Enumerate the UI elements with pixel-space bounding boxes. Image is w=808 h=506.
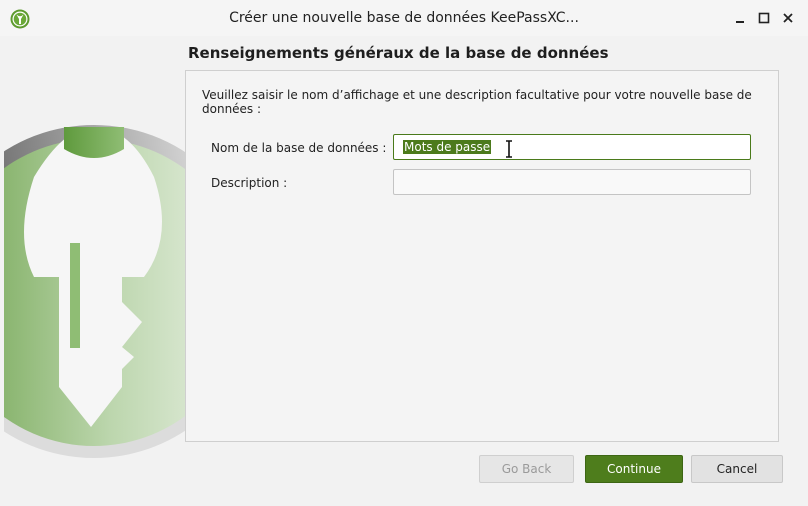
text-cursor-icon: [506, 140, 512, 158]
wizard-content: Renseignements généraux de la base de do…: [4, 37, 802, 502]
cancel-button[interactable]: Cancel: [691, 455, 783, 483]
description-label: Description :: [211, 176, 288, 190]
database-name-value: Mots de passe: [403, 140, 492, 154]
title-bar[interactable]: Créer une nouvelle base de données KeePa…: [0, 0, 808, 36]
minimize-icon[interactable]: [732, 10, 748, 26]
close-icon[interactable]: [780, 10, 796, 26]
database-name-label: Nom de la base de données :: [211, 141, 387, 155]
continue-button[interactable]: Continue: [585, 455, 683, 483]
window-title: Créer une nouvelle base de données KeePa…: [229, 10, 579, 26]
intro-text: Veuillez saisir le nom d’affichage et un…: [202, 88, 752, 116]
go-back-button[interactable]: Go Back: [479, 455, 574, 483]
page-heading: Renseignements généraux de la base de do…: [188, 44, 609, 62]
maximize-icon[interactable]: [756, 10, 772, 26]
description-input[interactable]: [393, 169, 751, 195]
dialog-window: Créer une nouvelle base de données KeePa…: [0, 0, 808, 506]
database-name-input[interactable]: Mots de passe: [393, 134, 751, 160]
general-info-panel: Veuillez saisir le nom d’affichage et un…: [185, 70, 779, 442]
